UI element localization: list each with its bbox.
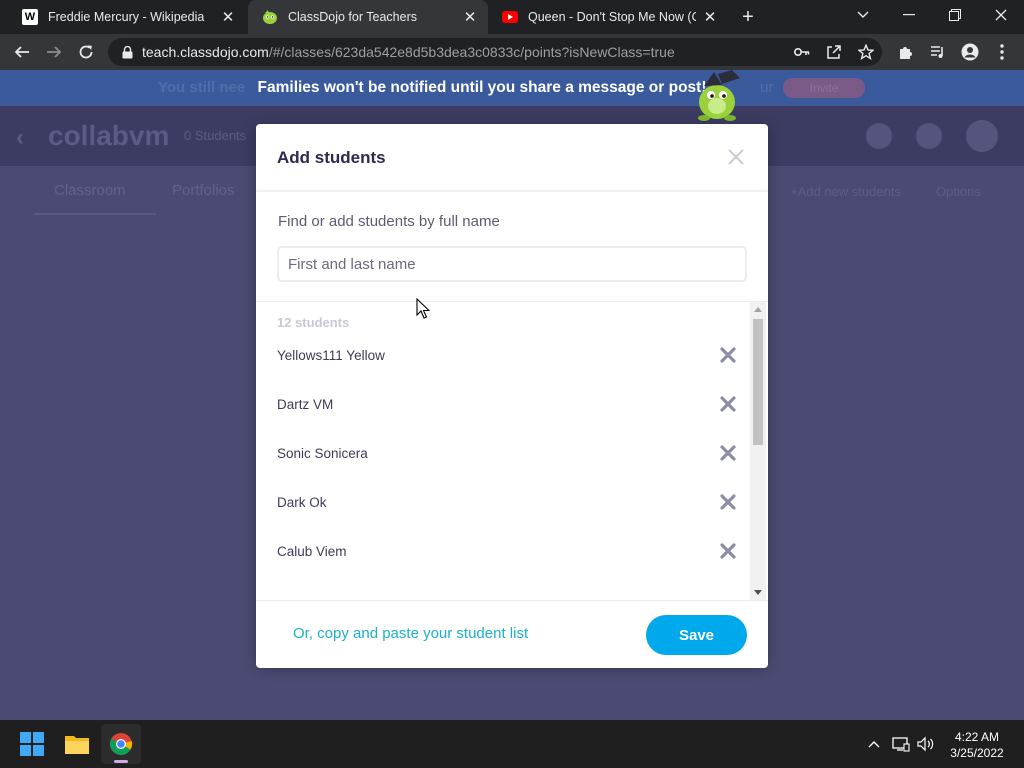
student-name-input[interactable] [277, 246, 747, 282]
url-text: teach.classdojo.com/#/classes/623da542e8… [142, 44, 675, 60]
reload-icon[interactable] [74, 40, 98, 64]
remove-student-icon[interactable] [719, 493, 737, 511]
options-menu[interactable]: Options [936, 184, 981, 199]
tab-classdojo[interactable]: ClassDojo for Teachers ✕ [248, 0, 488, 34]
browser-tab-strip: W Freddie Mercury - Wikipedia ✕ ClassDoj… [0, 0, 1024, 34]
banner-background-text-right: ur [760, 79, 774, 96]
tab-portfolios[interactable]: Portfolios [172, 182, 235, 199]
tab-wikipedia[interactable]: W Freddie Mercury - Wikipedia ✕ [8, 0, 246, 34]
active-app-indicator [114, 760, 128, 763]
tab-title: Queen - Don't Stop Me Now (Off [528, 10, 696, 24]
tab-youtube[interactable]: Queen - Don't Stop Me Now (Off ✕ [488, 0, 728, 34]
class-student-count: 0 Students [184, 128, 247, 143]
file-explorer-icon[interactable] [57, 724, 97, 764]
student-list-scrollbar[interactable] [750, 302, 766, 600]
add-students-modal: Add students Find or add students by ful… [256, 124, 768, 668]
new-tab-icon[interactable]: + [737, 5, 759, 29]
student-name: Calub Viem [277, 543, 347, 559]
paste-student-list-link[interactable]: Or, copy and paste your student list [293, 625, 528, 642]
class-name: collabvm [48, 120, 170, 151]
notification-bell-icon[interactable] [866, 123, 892, 149]
key-icon[interactable] [790, 40, 814, 64]
banner-invite-button: Invite [783, 78, 865, 98]
forward-icon[interactable] [42, 40, 66, 64]
start-icon[interactable] [12, 724, 52, 764]
address-bar[interactable]: teach.classdojo.com/#/classes/623da542e8… [108, 38, 882, 66]
remove-student-icon[interactable] [719, 542, 737, 560]
avatar[interactable] [966, 120, 998, 152]
student-list: 12 students Yellows111 Yellow Dartz VM S… [256, 302, 750, 600]
back-arrow-icon[interactable]: ‹ [16, 124, 24, 152]
media-control-icon[interactable] [926, 40, 950, 64]
list-item: Dark Ok [277, 487, 737, 517]
classdojo-page: You still nee Families won't be notified… [0, 70, 1024, 720]
show-hidden-icons-icon[interactable] [864, 734, 884, 754]
help-icon[interactable] [916, 123, 942, 149]
banner-background-text: You still nee [158, 79, 246, 96]
url-path: /#/classes/623da542e8d5b3dea3c0833c/poin… [268, 44, 675, 60]
share-icon[interactable] [822, 40, 846, 64]
volume-icon[interactable] [916, 734, 936, 754]
youtube-icon [502, 9, 518, 25]
remove-student-icon[interactable] [719, 444, 737, 462]
save-button[interactable]: Save [646, 615, 747, 655]
scroll-down-icon[interactable] [754, 590, 762, 595]
student-count-label: 12 students [277, 315, 350, 330]
back-icon[interactable] [10, 40, 34, 64]
active-tab-underline [34, 213, 156, 215]
notification-banner: You still nee Families won't be notified… [0, 70, 1024, 106]
list-item: Calub Viem [277, 536, 737, 566]
add-new-students-link[interactable]: +Add new students [790, 184, 901, 199]
remove-student-icon[interactable] [719, 346, 737, 364]
minimize-icon[interactable] [886, 0, 932, 30]
url-host: teach.classdojo.com [142, 44, 269, 60]
divider [256, 190, 768, 192]
find-students-label: Find or add students by full name [278, 213, 500, 230]
system-clock[interactable]: 4:22 AM 3/25/2022 [940, 729, 1014, 761]
list-item: Sonic Sonicera [277, 438, 737, 468]
tab-search-icon[interactable] [840, 0, 886, 30]
close-tab-icon[interactable]: ✕ [220, 9, 236, 26]
close-tab-icon[interactable]: ✕ [702, 9, 718, 26]
tab-classroom[interactable]: Classroom [54, 182, 126, 199]
close-window-icon[interactable] [978, 0, 1024, 30]
tab-title: Freddie Mercury - Wikipedia [48, 10, 205, 24]
mouse-cursor-icon [416, 298, 430, 319]
student-name: Dark Ok [277, 494, 327, 510]
lock-icon[interactable] [120, 45, 134, 59]
bookmark-star-icon[interactable] [854, 40, 878, 64]
divider [256, 600, 768, 601]
banner-message: Families won't be notified until you sha… [257, 79, 707, 96]
scrollbar-thumb[interactable] [753, 319, 763, 445]
clock-date: 3/25/2022 [950, 746, 1004, 760]
tab-title: ClassDojo for Teachers [288, 10, 417, 24]
close-tab-icon[interactable]: ✕ [462, 9, 478, 26]
extensions-icon[interactable] [894, 40, 918, 64]
list-item: Yellows111 Yellow [277, 340, 737, 370]
remove-student-icon[interactable] [719, 395, 737, 413]
student-name: Yellows111 Yellow [277, 347, 385, 363]
student-name: Dartz VM [277, 396, 334, 412]
list-item: Dartz VM [277, 389, 737, 419]
wikipedia-icon: W [22, 9, 38, 25]
classdojo-icon [262, 9, 278, 25]
student-name: Sonic Sonicera [277, 445, 368, 461]
chrome-icon[interactable] [101, 724, 141, 764]
menu-kebab-icon[interactable] [990, 40, 1014, 64]
browser-toolbar: teach.classdojo.com/#/classes/623da542e8… [0, 34, 1024, 70]
modal-title: Add students [277, 148, 386, 167]
profile-icon[interactable] [958, 40, 982, 64]
close-icon[interactable] [726, 147, 746, 167]
windows-taskbar: 4:22 AM 3/25/2022 [0, 720, 1024, 768]
network-icon[interactable] [891, 734, 911, 754]
scroll-up-icon[interactable] [754, 307, 762, 312]
restore-icon[interactable] [932, 0, 978, 30]
classdojo-mascot-icon [698, 70, 740, 121]
clock-time: 4:22 AM [954, 730, 1000, 744]
